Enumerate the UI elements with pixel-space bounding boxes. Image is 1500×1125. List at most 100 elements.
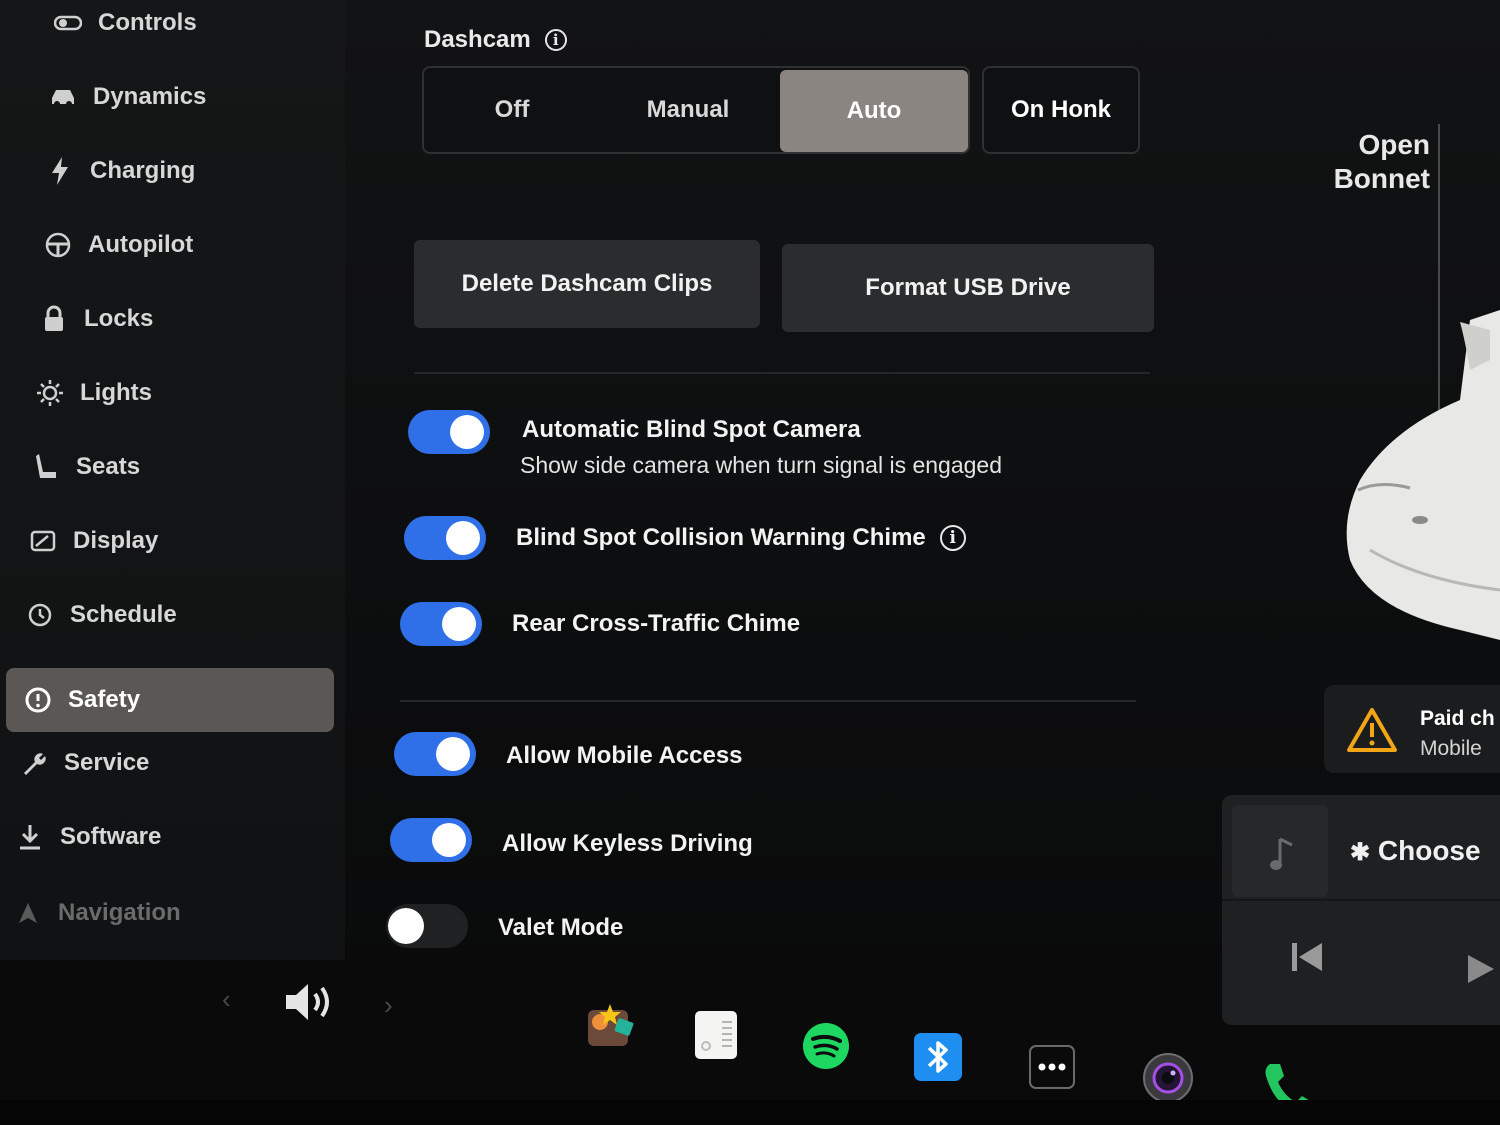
toggle-knob bbox=[388, 908, 424, 944]
dashcam-on-honk-button[interactable]: On Honk bbox=[982, 66, 1140, 154]
choose-source-button[interactable]: ✱ Choose bbox=[1350, 835, 1481, 867]
sidebar-item-label: Locks bbox=[84, 305, 154, 332]
delete-dashcam-clips-button[interactable]: Delete Dashcam Clips bbox=[414, 240, 760, 328]
car-icon bbox=[45, 86, 81, 108]
sun-icon bbox=[32, 379, 68, 407]
toggle-knob bbox=[442, 607, 476, 641]
open-bonnet-label-line2: Bonnet bbox=[1333, 163, 1430, 194]
format-usb-drive-button[interactable]: Format USB Drive bbox=[782, 244, 1154, 332]
alert-subtitle: Mobile bbox=[1420, 737, 1482, 760]
alert-title: Paid ch bbox=[1420, 707, 1495, 730]
sidebar-item-safety[interactable]: Safety bbox=[6, 668, 334, 732]
toggle-knob bbox=[450, 415, 484, 449]
sidebar-item-label: Navigation bbox=[58, 899, 181, 926]
dashcam-option-manual[interactable]: Manual bbox=[600, 68, 776, 152]
toggle-knob bbox=[432, 823, 466, 857]
automatic-blind-spot-camera-toggle[interactable] bbox=[408, 410, 490, 454]
dashcam-option-off[interactable]: Off bbox=[424, 68, 600, 152]
display-icon bbox=[25, 530, 61, 552]
sidebar-item-label: Charging bbox=[90, 157, 196, 184]
lightning-icon bbox=[42, 157, 78, 185]
info-icon[interactable]: i bbox=[939, 525, 966, 551]
car-model-image bbox=[1346, 310, 1500, 640]
setting-title: Automatic Blind Spot Camera bbox=[522, 416, 861, 443]
wrench-icon bbox=[16, 749, 52, 777]
info-icon[interactable]: i bbox=[544, 29, 567, 51]
dashcam-option-auto[interactable]: Auto bbox=[780, 70, 968, 152]
toggle-knob bbox=[446, 521, 480, 555]
setting-title-row: Blind Spot Collision Warning Chime i bbox=[516, 524, 966, 552]
setting-title: Allow Keyless Driving bbox=[502, 830, 753, 857]
sidebar-item-label: Autopilot bbox=[88, 231, 194, 258]
dashcam-mode-selector: Off Manual Auto bbox=[422, 66, 970, 154]
sidebar-item-software[interactable]: Software bbox=[12, 808, 352, 866]
sidebar-item-label: Lights bbox=[80, 379, 152, 406]
bluetooth-small-icon: ✱ bbox=[1350, 839, 1371, 866]
sidebar-item-label: Schedule bbox=[70, 601, 177, 628]
bluetooth-icon[interactable] bbox=[913, 1032, 963, 1082]
sidebar-item-label: Controls bbox=[98, 9, 197, 36]
toybox-icon[interactable] bbox=[586, 996, 636, 1048]
safety-icon bbox=[20, 686, 56, 714]
rear-cross-traffic-chime-toggle[interactable] bbox=[400, 602, 482, 646]
sidebar-item-autopilot[interactable]: Autopilot bbox=[40, 216, 380, 274]
sidebar-item-seats[interactable]: Seats bbox=[28, 438, 368, 496]
more-icon[interactable] bbox=[1028, 1044, 1076, 1090]
setting-title: Blind Spot Collision Warning Chime bbox=[516, 524, 926, 551]
divider bbox=[1222, 899, 1500, 901]
sidebar-item-display[interactable]: Display bbox=[25, 512, 365, 570]
setting-title: Valet Mode bbox=[498, 914, 624, 941]
toggle-knob bbox=[436, 737, 470, 771]
camera-icon[interactable] bbox=[1142, 1052, 1194, 1104]
sidebar-item-label: Seats bbox=[76, 453, 141, 480]
valet-mode-toggle[interactable] bbox=[386, 904, 468, 948]
sidebar-item-lights[interactable]: Lights bbox=[32, 364, 372, 422]
sidebar-item-service[interactable]: Service bbox=[16, 734, 356, 792]
choose-label: Choose bbox=[1377, 835, 1481, 866]
sidebar-item-locks[interactable]: Locks bbox=[36, 290, 376, 348]
sidebar-item-controls[interactable]: Controls bbox=[50, 0, 390, 52]
setting-title: Allow Mobile Access bbox=[506, 742, 743, 769]
warning-icon bbox=[1347, 708, 1397, 752]
screen-bezel bbox=[0, 1100, 1500, 1125]
sidebar-item-dynamics[interactable]: Dynamics bbox=[45, 68, 385, 126]
setting-title: Rear Cross-Traffic Chime bbox=[512, 610, 801, 637]
sidebar-item-label: Service bbox=[64, 749, 150, 776]
navigation-arrow-icon bbox=[10, 901, 46, 925]
settings-sidebar: Controls Dynamics Charging Autopilot Loc… bbox=[0, 0, 345, 960]
lock-icon bbox=[36, 305, 72, 333]
sidebar-item-label: Software bbox=[60, 823, 162, 850]
clock-icon bbox=[22, 602, 58, 628]
volume-up-chevron-icon[interactable]: › bbox=[384, 990, 393, 1021]
blind-spot-collision-chime-toggle[interactable] bbox=[404, 516, 486, 560]
sidebar-item-label: Display bbox=[73, 527, 159, 554]
dashcam-title: Dashcam bbox=[424, 26, 531, 53]
divider bbox=[400, 700, 1136, 702]
setting-subtitle: Show side camera when turn signal is eng… bbox=[520, 452, 1003, 478]
divider bbox=[414, 372, 1150, 374]
paid-charging-alert[interactable]: Paid ch Mobile bbox=[1324, 685, 1500, 773]
sidebar-item-label: Dynamics bbox=[93, 83, 207, 110]
dashcam-section-title: Dashcam i bbox=[424, 26, 567, 54]
allow-mobile-access-toggle[interactable] bbox=[394, 732, 476, 776]
safety-settings-panel: Dashcam i Off Manual Auto On Honk Delete… bbox=[386, 0, 1180, 960]
toggle-icon bbox=[50, 15, 86, 31]
sidebar-item-navigation[interactable]: Navigation bbox=[10, 884, 350, 942]
download-icon bbox=[12, 823, 48, 851]
sidebar-item-schedule[interactable]: Schedule bbox=[22, 586, 362, 644]
notes-icon[interactable] bbox=[692, 1008, 740, 1062]
volume-icon[interactable] bbox=[282, 980, 334, 1024]
allow-keyless-driving-toggle[interactable] bbox=[390, 818, 472, 862]
tesla-settings-screen: Controls Dynamics Charging Autopilot Loc… bbox=[0, 0, 1500, 1125]
sidebar-item-label: Safety bbox=[68, 686, 141, 713]
sidebar-item-charging[interactable]: Charging bbox=[42, 142, 382, 200]
open-bonnet-label-line1: Open bbox=[1358, 129, 1430, 160]
steering-wheel-icon bbox=[40, 232, 76, 258]
spotify-icon[interactable] bbox=[802, 1022, 850, 1070]
album-art-placeholder bbox=[1232, 805, 1328, 897]
seat-icon bbox=[28, 452, 64, 482]
open-bonnet-button[interactable]: Open Bonnet bbox=[1310, 128, 1430, 196]
music-note-icon bbox=[1270, 837, 1293, 870]
vehicle-panel: Open Bonnet Paid ch Mobile ✱ Choose bbox=[1222, 0, 1500, 1125]
volume-down-chevron-icon[interactable]: ‹ bbox=[222, 984, 231, 1015]
